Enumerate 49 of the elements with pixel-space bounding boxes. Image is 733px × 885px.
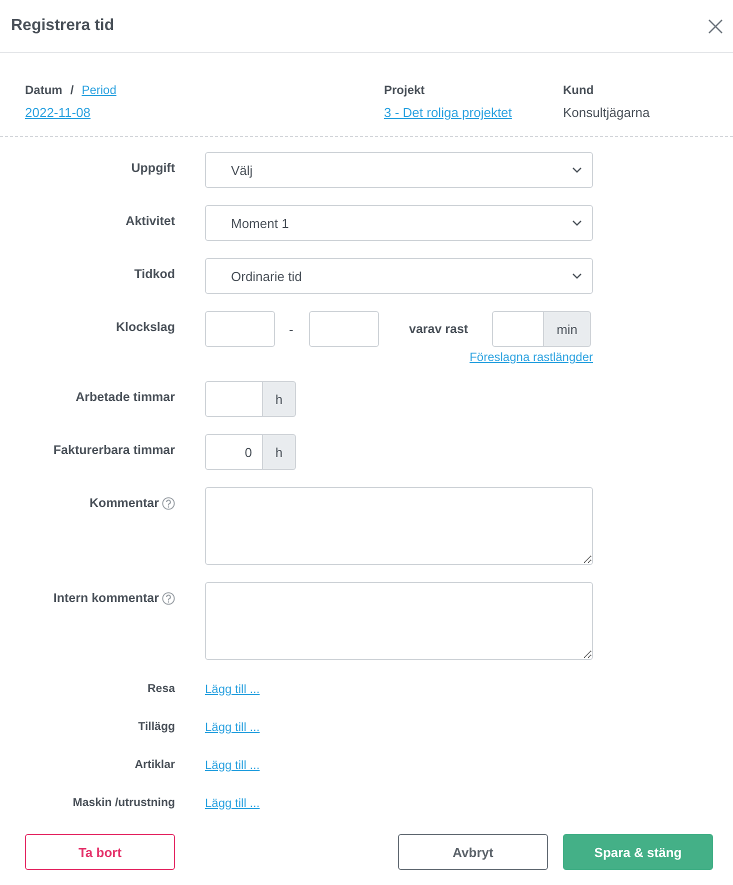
add-link[interactable]: Lägg till ... xyxy=(205,682,260,696)
end-time-field[interactable] xyxy=(309,311,379,347)
field-label: Artiklar xyxy=(134,759,175,771)
separator-text: - xyxy=(289,322,294,336)
period-link[interactable]: Period xyxy=(82,83,116,97)
field-label: Maskin /utrustning xyxy=(72,797,175,809)
field-label: Resa xyxy=(146,683,175,695)
field-label: Tillägg xyxy=(137,721,175,733)
add-link[interactable]: Lägg till ... xyxy=(205,796,260,810)
field-label: Tidkod xyxy=(134,267,175,281)
field-label: varav rast xyxy=(409,322,468,336)
hours-field[interactable]: 0 xyxy=(205,434,263,470)
field-label: Uppgift xyxy=(131,161,175,175)
field-label: Fakturerbara timmar xyxy=(53,443,175,457)
help-icon[interactable] xyxy=(162,592,175,604)
comment-field[interactable] xyxy=(205,582,593,660)
date-link[interactable]: 2022-11-08 xyxy=(25,105,384,120)
unit-label: h xyxy=(263,434,296,470)
customer-label: Kund xyxy=(563,83,595,97)
project-link[interactable]: 3 - Det roliga projektet xyxy=(384,105,563,120)
dropdown-select[interactable]: Moment 1 xyxy=(205,205,593,241)
cancel-button[interactable]: Avbryt xyxy=(398,834,548,870)
unit-label: min xyxy=(544,311,592,347)
comment-field[interactable] xyxy=(205,487,593,565)
chevron-down-icon xyxy=(572,220,582,226)
delete-button[interactable]: Ta bort xyxy=(25,834,175,870)
hours-field[interactable] xyxy=(205,381,263,417)
separator-text: / xyxy=(70,83,74,97)
dialog-title: Registrera tid xyxy=(11,17,114,35)
dropdown-select[interactable]: Välj xyxy=(205,152,593,188)
add-link[interactable]: Lägg till ... xyxy=(205,720,260,734)
suggested-breaks-link[interactable]: Föreslagna rastlängder xyxy=(470,350,593,364)
chevron-down-icon xyxy=(572,273,582,279)
start-time-field[interactable] xyxy=(205,311,275,347)
dropdown-select[interactable]: Ordinarie tid xyxy=(205,258,593,294)
field-label: Arbetade timmar xyxy=(76,390,175,404)
add-link[interactable]: Lägg till ... xyxy=(205,758,260,772)
field-label: Intern kommentar xyxy=(53,591,159,605)
break-field[interactable] xyxy=(492,311,544,347)
chevron-down-icon xyxy=(572,167,582,173)
field-label: Kommentar xyxy=(90,496,159,510)
customer-name: Konsultjägarna xyxy=(563,105,651,120)
help-icon[interactable] xyxy=(162,496,175,510)
save-button[interactable]: Spara & stäng xyxy=(563,834,713,870)
project-label: Projekt xyxy=(384,83,426,97)
date-label: Datum xyxy=(25,83,62,97)
field-label: Aktivitet xyxy=(126,214,175,228)
field-label: Klockslag xyxy=(116,320,175,334)
unit-label: h xyxy=(263,381,296,417)
